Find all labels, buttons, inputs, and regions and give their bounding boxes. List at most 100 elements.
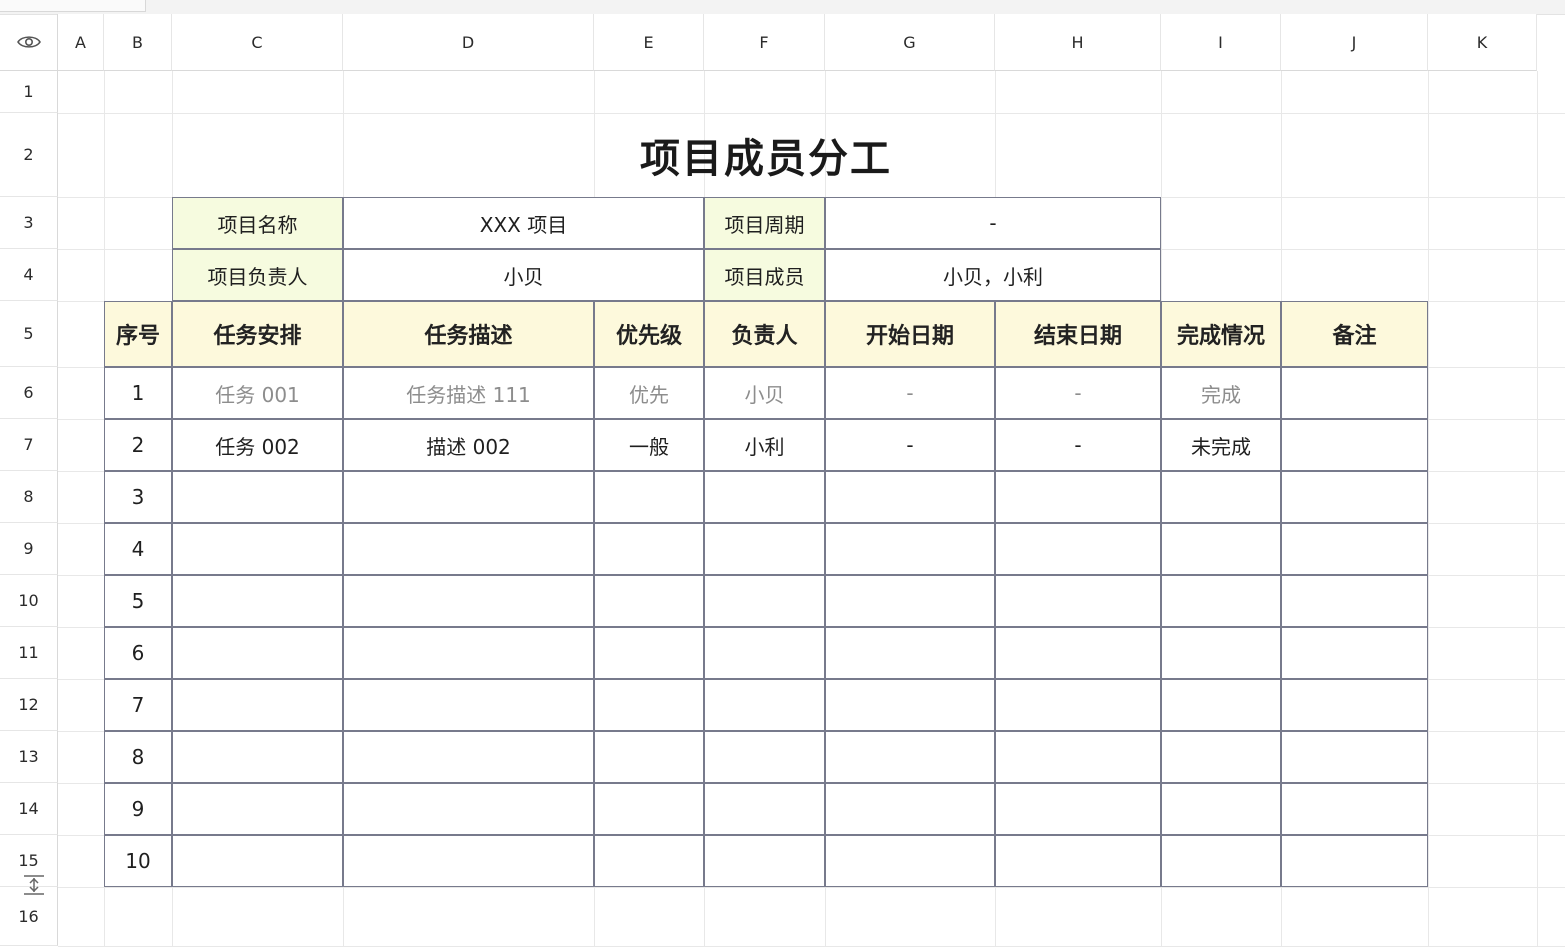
select-all-corner[interactable] <box>0 14 58 71</box>
row-header-12[interactable]: 12 <box>0 679 58 731</box>
table-cell-desc[interactable] <box>343 523 594 575</box>
column-header-d[interactable]: D <box>343 14 594 71</box>
table-cell-desc[interactable] <box>343 783 594 835</box>
project-members-label[interactable]: 项目成员 <box>704 249 825 301</box>
table-cell-end[interactable] <box>995 835 1161 887</box>
table-cell-status[interactable]: 未完成 <box>1161 419 1281 471</box>
table-cell-task[interactable] <box>172 783 343 835</box>
project-owner-value[interactable]: 小贝 <box>343 249 704 301</box>
table-cell-task[interactable] <box>172 627 343 679</box>
table-cell-note[interactable] <box>1281 835 1428 887</box>
row-header-3[interactable]: 3 <box>0 197 58 249</box>
table-cell-no[interactable]: 8 <box>104 731 172 783</box>
project-name-value[interactable]: XXX 项目 <box>343 197 704 249</box>
table-cell-start[interactable]: - <box>825 419 995 471</box>
table-cell-owner[interactable] <box>704 471 825 523</box>
table-cell-note[interactable] <box>1281 523 1428 575</box>
table-header-3[interactable]: 任务描述 <box>343 301 594 367</box>
table-cell-status[interactable] <box>1161 627 1281 679</box>
table-cell-desc[interactable] <box>343 471 594 523</box>
table-cell-priority[interactable] <box>594 835 704 887</box>
table-cell-desc[interactable] <box>343 835 594 887</box>
row-header-1[interactable]: 1 <box>0 71 58 113</box>
column-header-e[interactable]: E <box>594 14 704 71</box>
table-cell-task[interactable] <box>172 679 343 731</box>
table-cell-no[interactable]: 9 <box>104 783 172 835</box>
table-cell-status[interactable] <box>1161 731 1281 783</box>
column-header-g[interactable]: G <box>825 14 995 71</box>
table-cell-task[interactable]: 任务 001 <box>172 367 343 419</box>
row-header-4[interactable]: 4 <box>0 249 58 301</box>
table-cell-end[interactable] <box>995 575 1161 627</box>
table-cell-owner[interactable] <box>704 783 825 835</box>
table-cell-start[interactable] <box>825 627 995 679</box>
table-cell-status[interactable] <box>1161 575 1281 627</box>
table-cell-end[interactable] <box>995 523 1161 575</box>
table-cell-start[interactable] <box>825 835 995 887</box>
row-header-11[interactable]: 11 <box>0 627 58 679</box>
table-cell-owner[interactable] <box>704 835 825 887</box>
table-header-5[interactable]: 负责人 <box>704 301 825 367</box>
table-header-7[interactable]: 结束日期 <box>995 301 1161 367</box>
table-cell-desc[interactable] <box>343 679 594 731</box>
table-cell-start[interactable] <box>825 679 995 731</box>
column-header-b[interactable]: B <box>104 14 172 71</box>
table-cell-start[interactable] <box>825 731 995 783</box>
table-cell-owner[interactable] <box>704 679 825 731</box>
table-cell-no[interactable]: 7 <box>104 679 172 731</box>
table-cell-status[interactable] <box>1161 523 1281 575</box>
column-header-f[interactable]: F <box>704 14 825 71</box>
table-cell-end[interactable] <box>995 627 1161 679</box>
table-cell-owner[interactable] <box>704 731 825 783</box>
table-cell-end[interactable]: - <box>995 419 1161 471</box>
column-header-k[interactable]: K <box>1428 14 1537 71</box>
table-cell-task[interactable] <box>172 523 343 575</box>
table-cell-priority[interactable]: 优先 <box>594 367 704 419</box>
column-header-c[interactable]: C <box>172 14 343 71</box>
table-cell-owner[interactable] <box>704 523 825 575</box>
row-header-6[interactable]: 6 <box>0 367 58 419</box>
table-cell-priority[interactable] <box>594 731 704 783</box>
table-header-1[interactable]: 序号 <box>104 301 172 367</box>
table-cell-priority[interactable] <box>594 575 704 627</box>
table-cell-task[interactable] <box>172 575 343 627</box>
table-cell-note[interactable] <box>1281 367 1428 419</box>
row-header-14[interactable]: 14 <box>0 783 58 835</box>
table-cell-task[interactable] <box>172 731 343 783</box>
table-cell-no[interactable]: 6 <box>104 627 172 679</box>
table-cell-end[interactable] <box>995 471 1161 523</box>
table-cell-no[interactable]: 3 <box>104 471 172 523</box>
table-cell-note[interactable] <box>1281 471 1428 523</box>
column-header-h[interactable]: H <box>995 14 1161 71</box>
table-cell-desc[interactable] <box>343 627 594 679</box>
table-cell-end[interactable] <box>995 783 1161 835</box>
table-cell-status[interactable] <box>1161 783 1281 835</box>
row-header-13[interactable]: 13 <box>0 731 58 783</box>
project-owner-label[interactable]: 项目负责人 <box>172 249 343 301</box>
table-cell-priority[interactable] <box>594 523 704 575</box>
row-header-8[interactable]: 8 <box>0 471 58 523</box>
collapse-rows-icon[interactable] <box>22 873 46 897</box>
table-cell-desc[interactable] <box>343 731 594 783</box>
table-header-8[interactable]: 完成情况 <box>1161 301 1281 367</box>
table-cell-no[interactable]: 2 <box>104 419 172 471</box>
table-cell-owner[interactable]: 小贝 <box>704 367 825 419</box>
table-cell-end[interactable] <box>995 731 1161 783</box>
row-header-5[interactable]: 5 <box>0 301 58 367</box>
project-period-label[interactable]: 项目周期 <box>704 197 825 249</box>
table-header-2[interactable]: 任务安排 <box>172 301 343 367</box>
table-cell-note[interactable] <box>1281 627 1428 679</box>
table-cell-start[interactable]: - <box>825 367 995 419</box>
table-cell-status[interactable] <box>1161 835 1281 887</box>
table-cell-task[interactable]: 任务 002 <box>172 419 343 471</box>
table-cell-note[interactable] <box>1281 679 1428 731</box>
project-period-value[interactable]: - <box>825 197 1161 249</box>
column-header-a[interactable]: A <box>58 14 104 71</box>
table-header-6[interactable]: 开始日期 <box>825 301 995 367</box>
table-cell-no[interactable]: 4 <box>104 523 172 575</box>
column-header-j[interactable]: J <box>1281 14 1428 71</box>
row-header-9[interactable]: 9 <box>0 523 58 575</box>
table-cell-priority[interactable]: 一般 <box>594 419 704 471</box>
table-cell-desc[interactable]: 描述 002 <box>343 419 594 471</box>
table-cell-start[interactable] <box>825 523 995 575</box>
